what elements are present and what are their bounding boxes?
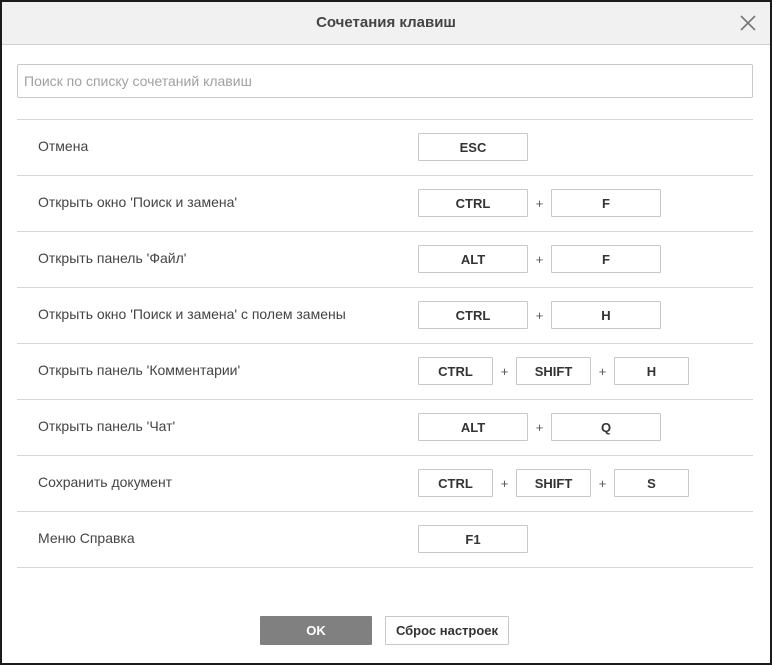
ok-button[interactable]: OK — [260, 616, 372, 645]
key-plus: + — [535, 251, 544, 267]
shortcut-keys: CTRL + F — [418, 189, 661, 217]
shortcut-key[interactable]: CTRL — [418, 189, 528, 217]
shortcut-keys: CTRL + SHIFT + S — [418, 469, 689, 497]
shortcut-row: Сохранить документ CTRL + SHIFT + S — [17, 456, 753, 512]
shortcut-key[interactable]: ESC — [418, 133, 528, 161]
shortcut-row: Меню Справка F1 — [17, 512, 753, 568]
shortcut-key[interactable]: Q — [551, 413, 661, 441]
shortcut-key[interactable]: CTRL — [418, 469, 493, 497]
shortcut-label: Открыть окно 'Поиск и замена' с полем за… — [38, 306, 346, 322]
key-plus: + — [535, 419, 544, 435]
key-plus: + — [598, 363, 607, 379]
shortcut-row: Открыть панель 'Комментарии' CTRL + SHIFT + H — [17, 344, 753, 400]
search-input[interactable] — [17, 64, 753, 98]
shortcut-row: Открыть панель 'Файл' ALT + F — [17, 232, 753, 288]
shortcut-label: Открыть панель 'Чат' — [38, 418, 176, 434]
shortcuts-dialog: Сочетания клавиш Отмена ESC Открыть окно '… — [0, 0, 772, 665]
dialog-title: Сочетания клавиш — [316, 14, 456, 31]
shortcut-keys: ALT + Q — [418, 413, 661, 441]
shortcut-keys: CTRL + H — [418, 301, 661, 329]
shortcut-key[interactable]: S — [614, 469, 689, 497]
shortcut-row: Открыть панель 'Чат' ALT + Q — [17, 400, 753, 456]
shortcut-key[interactable]: F1 — [418, 525, 528, 553]
shortcut-key[interactable]: SHIFT — [516, 357, 591, 385]
shortcut-label: Сохранить документ — [38, 474, 173, 490]
shortcut-keys: CTRL + SHIFT + H — [418, 357, 689, 385]
key-plus: + — [535, 195, 544, 211]
reset-settings-button[interactable]: Сброс настроек — [385, 616, 509, 645]
shortcut-row: Открыть окно 'Поиск и замена' с полем за… — [17, 288, 753, 344]
shortcut-label: Открыть окно 'Поиск и замена' — [38, 194, 238, 210]
shortcut-key[interactable]: ALT — [418, 413, 528, 441]
shortcut-list: Отмена ESC Открыть окно 'Поиск и замена' CT… — [17, 119, 753, 568]
shortcut-label: Отмена — [38, 138, 89, 154]
shortcut-row: Открыть окно 'Поиск и замена' CTRL + F — [17, 176, 753, 232]
shortcut-key[interactable]: H — [614, 357, 689, 385]
shortcut-key[interactable]: ALT — [418, 245, 528, 273]
shortcut-label: Меню Справка — [38, 530, 135, 546]
dialog-header: Сочетания клавиш — [2, 2, 770, 45]
shortcut-row: Отмена ESC — [17, 120, 753, 176]
shortcut-key[interactable]: H — [551, 301, 661, 329]
shortcut-keys: F1 — [418, 525, 528, 553]
shortcut-key[interactable]: SHIFT — [516, 469, 591, 497]
shortcut-key[interactable]: CTRL — [418, 301, 528, 329]
key-plus: + — [598, 475, 607, 491]
shortcut-keys: ESC — [418, 133, 528, 161]
shortcut-label: Открыть панель 'Файл' — [38, 250, 187, 266]
shortcut-keys: ALT + F — [418, 245, 661, 273]
key-plus: + — [500, 475, 509, 491]
shortcut-key[interactable]: CTRL — [418, 357, 493, 385]
shortcut-key[interactable]: F — [551, 189, 661, 217]
close-icon[interactable] — [738, 13, 758, 33]
key-plus: + — [500, 363, 509, 379]
key-plus: + — [535, 307, 544, 323]
shortcut-label: Открыть панель 'Комментарии' — [38, 362, 241, 378]
shortcut-key[interactable]: F — [551, 245, 661, 273]
